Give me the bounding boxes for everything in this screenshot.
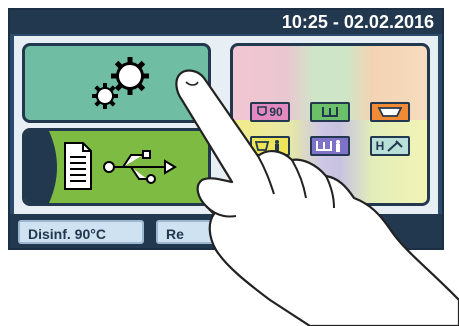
tray-icon	[322, 107, 338, 117]
disinfect-90-icon: 90	[257, 105, 283, 119]
program-tray-button[interactable]	[310, 102, 350, 122]
usb-icon	[103, 150, 177, 184]
h-tool-icon: H	[376, 139, 405, 153]
device-screen: 10:25 - 02.02.2016 90 H Disinf. 90°C Re	[8, 8, 444, 250]
program-panel: 90 H	[230, 43, 430, 206]
program-bowl-person-button[interactable]	[250, 136, 290, 156]
basin-icon	[378, 107, 402, 117]
program-basin-button[interactable]	[370, 102, 410, 122]
usb-export-button[interactable]	[22, 128, 211, 206]
program-label: H	[375, 139, 385, 153]
tray-person-icon	[316, 140, 340, 152]
program-tray-person-button[interactable]	[310, 136, 350, 156]
secondary-footer-button[interactable]: Re	[156, 220, 226, 244]
program-panel-lower	[233, 120, 427, 203]
settings-button[interactable]	[22, 43, 211, 123]
shield-outline-icon	[257, 106, 268, 116]
program-h-tool-button[interactable]: H	[370, 136, 410, 156]
program-label: 90	[269, 105, 283, 119]
top-bar: 10:25 - 02.02.2016	[10, 10, 442, 34]
bowl-person-icon	[255, 140, 279, 152]
gears-icon	[92, 57, 149, 109]
tool-icon	[387, 140, 404, 152]
usb-export-graphic	[25, 131, 177, 203]
document-icon	[64, 142, 92, 190]
program-disinfect-90-button[interactable]: 90	[250, 102, 290, 122]
bottom-bar: Disinf. 90°C Re	[10, 214, 442, 248]
clock-datetime: 10:25 - 02.02.2016	[281, 12, 434, 32]
main-content: 90 H	[14, 36, 438, 214]
disinfect-90-button[interactable]: Disinf. 90°C	[18, 220, 144, 244]
